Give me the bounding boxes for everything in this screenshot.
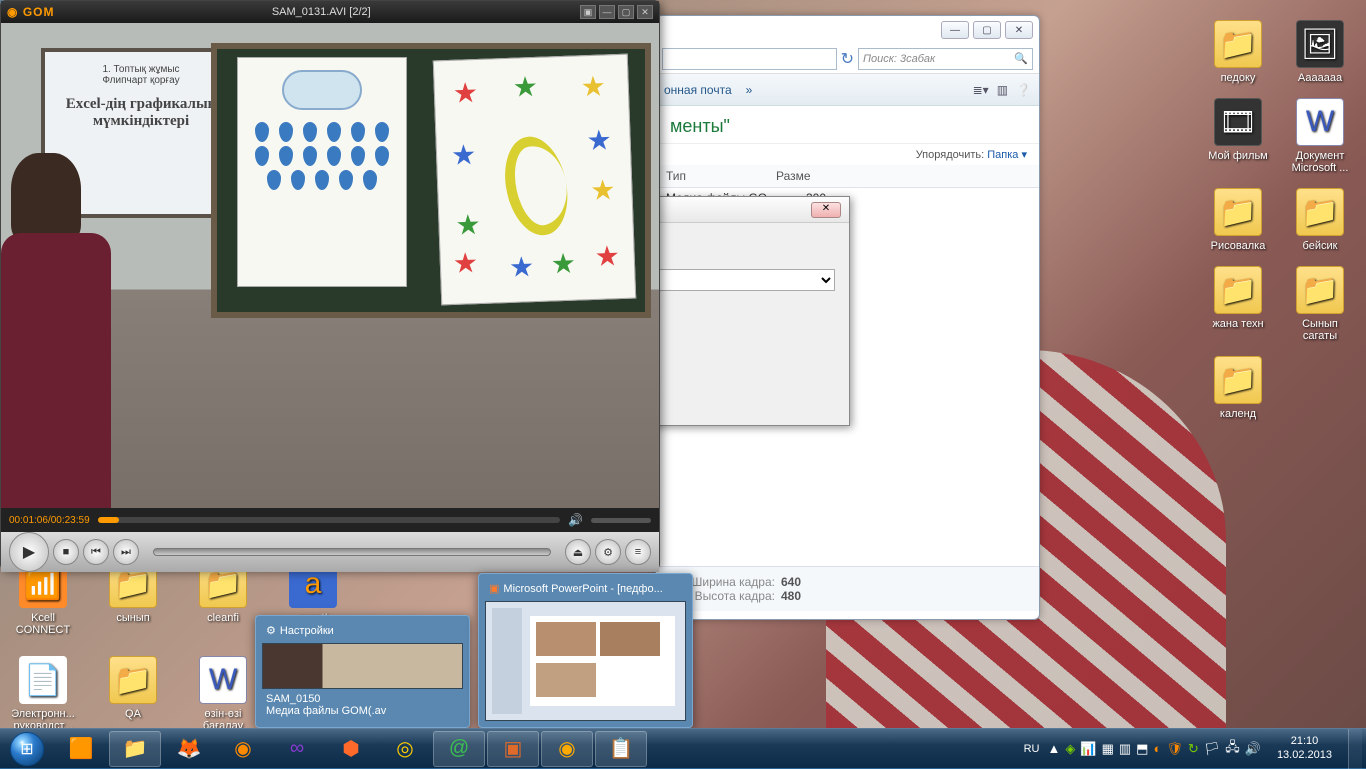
language-indicator[interactable]: RU <box>1024 743 1040 755</box>
desktop-icon[interactable]: 📁жана техн <box>1206 266 1270 342</box>
settings-button[interactable]: ⚙ <box>595 539 621 565</box>
seek-bar[interactable]: 00:01:06/00:23:59 🔊 <box>1 508 659 532</box>
toolbar-item[interactable]: онная почта <box>664 83 732 97</box>
prev-button[interactable]: ⏮ <box>83 539 109 565</box>
taskbar-app[interactable]: 📋 <box>595 731 647 767</box>
gear-icon: ⚙ <box>266 624 276 637</box>
tray-volume-icon[interactable]: 🔊 <box>1245 741 1261 757</box>
desktop-icon[interactable]: 📁QA <box>98 656 168 732</box>
tray-action-center-icon[interactable]: 🏳 <box>1204 741 1221 757</box>
tray-icon[interactable]: ▲ <box>1048 741 1061 756</box>
refresh-icon[interactable]: ↻ <box>841 49 854 69</box>
gom-compact-button[interactable]: ▣ <box>580 5 596 19</box>
desktop-icon[interactable]: 🎞Мой фильм <box>1206 98 1270 174</box>
explorer-navbar: ↻ Поиск: 3сабак 🔍 <box>656 44 1039 74</box>
library-header: менты" <box>656 106 1039 144</box>
help-icon[interactable]: ❔ <box>1016 83 1031 97</box>
desktop-icon[interactable]: 📁Рисовалка <box>1206 188 1270 252</box>
control-slider[interactable] <box>153 548 551 556</box>
show-desktop-button[interactable] <box>1348 729 1362 769</box>
tray-icon[interactable]: ▦ <box>1102 741 1114 757</box>
tray-icon[interactable]: ⬒ <box>1136 741 1148 757</box>
playlist-button[interactable]: ≡ <box>625 539 651 565</box>
minimize-button[interactable]: — <box>941 21 969 39</box>
video-area[interactable]: 1. Топтық жұмыс Флипчарт қорғау Excel-ді… <box>1 23 659 508</box>
gom-player-window: ◉ GOM SAM_0131.AVI [2/2] ▣ — ▢ ✕ 1. Топт… <box>0 0 660 570</box>
column-headers[interactable]: Тип Разме <box>656 165 1039 188</box>
maximize-button[interactable]: ▢ <box>973 21 1001 39</box>
tray-nvidia-icon[interactable]: ◈ <box>1065 741 1075 757</box>
tray-icon[interactable]: ▥ <box>1119 741 1131 757</box>
taskbar-mediaplayer[interactable]: 🟧 <box>55 731 107 767</box>
desktop-icon[interactable]: 📁педоку <box>1206 20 1270 84</box>
taskbar-preview-explorer[interactable]: ⚙Настройки SAM_0150Медиа файлы GOM(.av <box>255 615 470 728</box>
play-button[interactable]: ▶ <box>9 532 49 572</box>
taskbar-powerpoint[interactable]: ▣ <box>487 731 539 767</box>
time-elapsed: 00:01:06/00:23:59 <box>9 515 90 526</box>
taskbar-firefox[interactable]: 🦊 <box>163 731 215 767</box>
video-title: SAM_0131.AVI [2/2] <box>62 6 580 18</box>
preview-pane-icon[interactable]: ▥ <box>997 83 1008 97</box>
taskbar-app[interactable]: ∞ <box>271 731 323 767</box>
dialog-close-button[interactable]: ✕ <box>811 202 841 218</box>
stop-button[interactable]: ■ <box>53 539 79 565</box>
details-pane: Ширина кадра:640 Высота кадра:480 <box>656 566 1039 611</box>
desktop-icon[interactable]: 📄Электронн... руководст... <box>8 656 78 732</box>
explorer-toolbar: онная почта » ≣▾ ▥ ❔ <box>656 74 1039 106</box>
volume-icon[interactable]: 🔊 <box>568 513 583 527</box>
taskbar-app[interactable]: ◉ <box>217 731 269 767</box>
gom-close-button[interactable]: ✕ <box>637 5 653 19</box>
gom-maximize-button[interactable]: ▢ <box>618 5 634 19</box>
gom-minimize-button[interactable]: — <box>599 5 615 19</box>
desktop-icons-right: 📁педоку 🖼Ааааааа 🎞Мой фильм WДокумент Mi… <box>1196 10 1366 430</box>
start-button[interactable] <box>0 729 54 769</box>
system-tray: RU ▲ ◈ 📊 ▦ ▥ ⬒ ◐ 🛡 ↻ 🏳 🖧 🔊 21:1013.02.20… <box>1020 729 1366 768</box>
toolbar-overflow[interactable]: » <box>746 83 753 97</box>
search-icon[interactable]: 🔍 <box>1014 52 1028 65</box>
tray-icon[interactable]: ◐ <box>1153 741 1161 756</box>
taskbar-app[interactable]: ⬢ <box>325 731 377 767</box>
search-input[interactable]: Поиск: 3сабак 🔍 <box>858 48 1033 70</box>
taskbar-clock[interactable]: 21:1013.02.2013 <box>1269 735 1340 761</box>
taskbar-explorer[interactable]: 📁 <box>109 731 161 767</box>
tray-avast-icon[interactable]: 🛡 <box>1166 741 1183 757</box>
desktop-icon[interactable]: 📁Сынып сагаты <box>1288 266 1352 342</box>
address-bar[interactable] <box>662 48 837 70</box>
next-button[interactable]: ⏭ <box>113 539 139 565</box>
taskbar-preview-powerpoint[interactable]: ▣Microsoft PowerPoint - [педфо... <box>478 573 693 728</box>
view-icon[interactable]: ≣▾ <box>973 83 989 97</box>
seek-track[interactable] <box>98 517 560 523</box>
gom-titlebar[interactable]: ◉ GOM SAM_0131.AVI [2/2] ▣ — ▢ ✕ <box>1 1 659 23</box>
explorer-titlebar[interactable]: — ▢ ✕ <box>656 16 1039 44</box>
taskbar-gom[interactable]: ◉ <box>541 731 593 767</box>
desktop-icon[interactable]: 📁календ <box>1206 356 1270 420</box>
close-button[interactable]: ✕ <box>1005 21 1033 39</box>
open-button[interactable]: ⏏ <box>565 539 591 565</box>
desktop-icon[interactable]: WДокумент Microsoft ... <box>1288 98 1352 174</box>
gom-logo-icon: ◉ GOM <box>7 5 54 19</box>
player-controls: ▶ ■ ⏮ ⏭ ⏏ ⚙ ≡ <box>1 532 659 572</box>
tray-icon[interactable]: ↻ <box>1188 741 1199 757</box>
volume-slider[interactable] <box>591 518 651 523</box>
desktop-icon[interactable]: 📁бейсик <box>1288 188 1352 252</box>
powerpoint-icon: ▣ <box>489 582 499 595</box>
tray-network-icon[interactable]: 🖧 <box>1225 738 1240 760</box>
desktop-icon[interactable]: 🖼Ааааааа <box>1288 20 1352 84</box>
taskbar-mailru[interactable]: @ <box>433 731 485 767</box>
taskbar: 🟧 📁 🦊 ◉ ∞ ⬢ ◎ @ ▣ ◉ 📋 RU ▲ ◈ 📊 ▦ ▥ ⬒ ◐ 🛡… <box>0 728 1366 768</box>
arrange-by[interactable]: Упорядочить: Папка ▾ <box>656 144 1039 165</box>
taskbar-app[interactable]: ◎ <box>379 731 431 767</box>
tray-icon[interactable]: 📊 <box>1080 741 1096 757</box>
desktop-icon[interactable]: Wөзін-өзі бағалау <box>188 656 258 732</box>
